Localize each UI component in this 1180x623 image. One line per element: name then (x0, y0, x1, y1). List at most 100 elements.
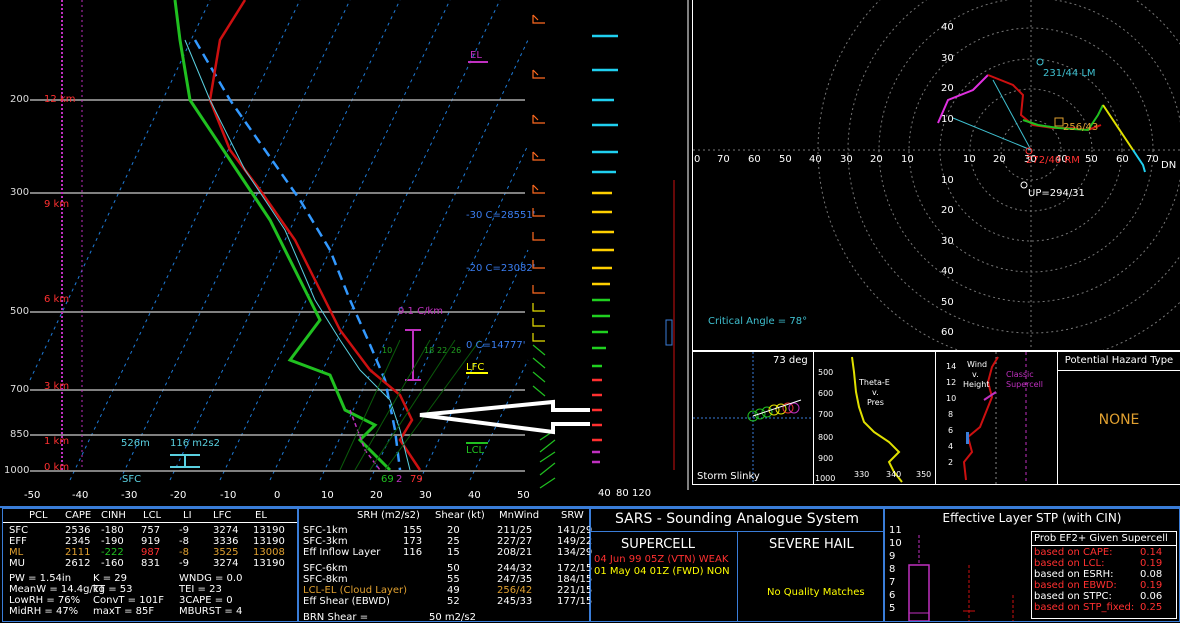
layer-value: 211/25 (497, 525, 533, 536)
layer-value: 141/29 (557, 525, 593, 536)
ring-label: 20 (993, 154, 1006, 165)
brn-value: 50 m2/s2 (429, 612, 476, 623)
wind-height-title: Height (963, 380, 990, 389)
p-tick-1000: 1000 (4, 465, 30, 476)
layer-value: 173 (403, 536, 423, 547)
p-tick: 700 (818, 410, 834, 419)
slinky-plot (693, 352, 813, 484)
ring-label: 40 (809, 154, 822, 165)
layer-value: 172/15 (557, 563, 593, 574)
critical-angle: Critical Angle = 78° (708, 316, 808, 327)
th-el: EL (255, 510, 267, 521)
layer-name: LCL-EL (Cloud Layer) (303, 585, 408, 596)
prob-value: 0.25 (1140, 602, 1163, 613)
layer-value: 116 (403, 547, 423, 558)
prob-label: based on STPC: (1034, 591, 1112, 602)
kh-shear: Shear (kt) (435, 510, 485, 521)
kh-mnwind: MnWind (499, 510, 540, 521)
eff-inflow-depth: 526m (121, 438, 150, 449)
wbz-num: 18 (424, 346, 435, 355)
skewt-panel[interactable]: 200 300 500 700 850 1000 12 km 9 km 6 km… (0, 0, 692, 505)
height-3km: 3 km (44, 381, 70, 392)
parcel-name: ML (9, 547, 24, 558)
mean-wind: 256/43 (1063, 122, 1099, 133)
stp-ytick: 9 (889, 551, 896, 562)
right-mover: 272/40 RM (1026, 155, 1080, 166)
ring-label: 20 (870, 154, 883, 165)
freezing-height: 0 C=14777' (466, 340, 526, 351)
lfc-label: LFC (466, 362, 485, 373)
sars-panel[interactable]: SARS - Sounding Analogue System SUPERCEL… (590, 508, 884, 622)
misc-value: maxT = 85F (93, 606, 155, 617)
hazard-panel[interactable]: Potential Hazard Type NONE (1057, 351, 1180, 485)
parcel-value: -180 (101, 525, 124, 536)
sars-match-1: 04 Jun 99 05Z (VTN) WEAK (594, 554, 729, 565)
layer-name: SFC-6km (303, 563, 348, 574)
ring-label: 60 (941, 327, 954, 338)
h-tick: 10 (946, 394, 957, 403)
layer-value: 55 (447, 574, 460, 585)
thermo-table: PCL CAPE CINH LCL LI LFC EL SFC 2536 -180 7… (2, 508, 298, 622)
ring-label: 30 (840, 154, 853, 165)
el-label: EL (470, 50, 482, 61)
storm-slinky-panel[interactable]: 73 deg Storm Slinky (692, 351, 814, 485)
t-tick: 50 (517, 490, 530, 501)
upshear-vector: UP=294/31 (1028, 188, 1085, 199)
ring-label: 50 (1085, 154, 1098, 165)
parcel-value: -190 (101, 536, 124, 547)
t-tick: 30 (419, 490, 432, 501)
m30-height: -30 C=28551' (466, 210, 536, 221)
x-tick: 330 (854, 470, 870, 479)
stp-panel[interactable]: Effective Layer STP (with CIN) 11 10 9 8 7 6 5… (884, 508, 1180, 622)
t-tick: -40 (72, 490, 89, 501)
slinky-deg: 73 deg (773, 355, 808, 366)
thetae-panel[interactable]: Theta-E v. Pres 500 600 700 800 900 1000… (813, 351, 936, 485)
parcel-value: 2111 (65, 547, 91, 558)
parcel-value: -9 (179, 525, 189, 536)
ring-label: 0 (694, 154, 701, 165)
layer-name: Eff Inflow Layer (303, 547, 381, 558)
ring-label: 70 (717, 154, 730, 165)
sars-title: SARS - Sounding Analogue System (615, 511, 859, 527)
layer-value: 247/35 (497, 574, 533, 585)
hazard-value: NONE (1098, 412, 1140, 428)
h-tick: 8 (948, 410, 954, 419)
wind-height-title: v. (972, 370, 979, 379)
stp-title: Effective Layer STP (with CIN) (942, 511, 1122, 525)
ring-label: 40 (941, 22, 954, 33)
wind-height-title: Wind (967, 360, 988, 369)
prob-label: based on CAPE: (1034, 547, 1113, 558)
ring-label: 10 (941, 175, 954, 186)
p-tick-300: 300 (10, 187, 30, 198)
thetae-title: v. (872, 388, 879, 397)
wind-height-panel[interactable]: Wind v. Height Classic Supercell 14 12 1… (935, 351, 1058, 485)
skewt-diagram (29, 0, 692, 492)
layer-value: 149/22 (557, 536, 593, 547)
layer-value: 244/32 (497, 563, 533, 574)
h-tick: 2 (948, 458, 954, 467)
sfc-dewpoint: 69 (381, 474, 394, 485)
sars-no-match: No Quality Matches (767, 587, 865, 598)
h-tick: 4 (948, 442, 954, 451)
t-tick: -20 (170, 490, 187, 501)
misc-value: PW = 1.54in (9, 573, 72, 584)
layer-name: SFC-3km (303, 536, 348, 547)
hodograph (693, 0, 1180, 364)
h-tick: 14 (946, 362, 957, 371)
classic-label: Classic (1006, 370, 1034, 379)
hodograph-panel[interactable]: 70 60 50 40 30 20 10 0 10 20 30 40 50 60… (692, 0, 1180, 364)
kh-srw: SRW (561, 510, 584, 521)
misc-value: TT = 53 (93, 584, 133, 595)
height-1km: 1 km (44, 436, 70, 447)
eff-inflow-srh: 116 m2s2 (170, 438, 220, 449)
prob-label: based on ESRH: (1034, 569, 1114, 580)
wind-speed-bars (592, 0, 689, 490)
stp-ytick: 11 (889, 525, 902, 536)
ring-label: 10 (941, 114, 954, 125)
parcel-value: 987 (141, 547, 161, 558)
misc-value: MBURST = 4 (179, 606, 243, 617)
ring-label: 30 (941, 236, 954, 247)
th-li: LI (183, 510, 192, 521)
layer-name: Eff Shear (EBWD) (303, 596, 390, 607)
th-cape: CAPE (65, 510, 92, 521)
